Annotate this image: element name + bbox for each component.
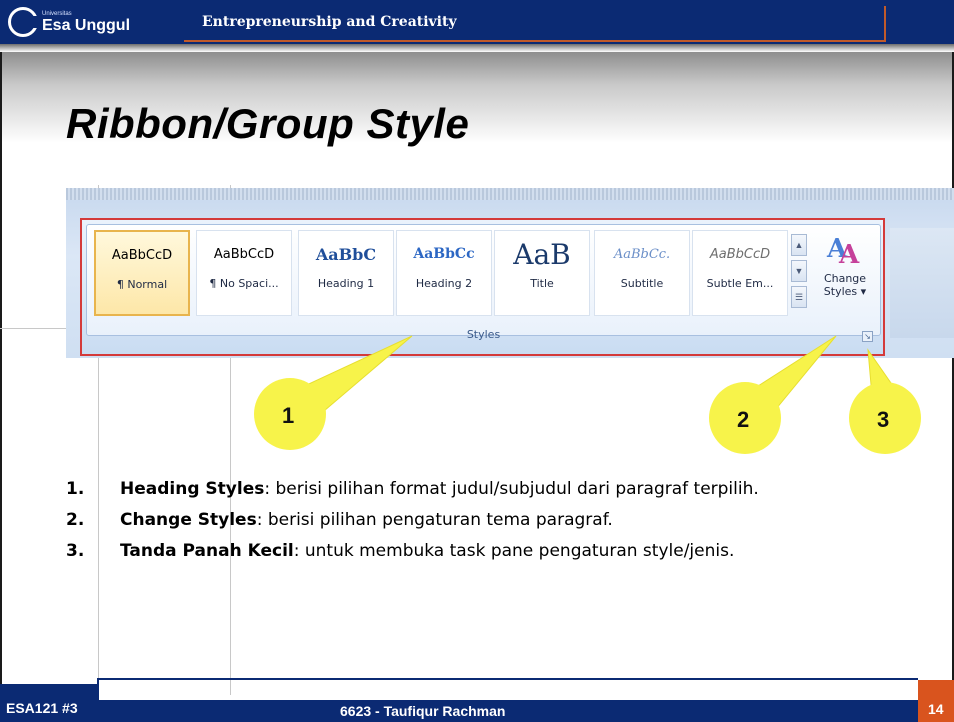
university-logo: Universitas Esa Unggul bbox=[8, 4, 130, 40]
list-item: 1. Heading Styles: berisi pilihan format… bbox=[66, 478, 896, 501]
style-preview-text: AaBbCc. bbox=[613, 246, 671, 262]
scroll-up-icon[interactable]: ▲ bbox=[791, 234, 807, 256]
style-preview-text: AaBbCc bbox=[413, 246, 475, 262]
style-label: ¶ No Spaci... bbox=[209, 277, 279, 290]
style-no-spacing[interactable]: AaBbCcD ¶ No Spaci... bbox=[196, 230, 292, 316]
style-preview: AaB bbox=[495, 231, 589, 277]
explanation-list: 1. Heading Styles: berisi pilihan format… bbox=[66, 478, 896, 571]
list-term: Tanda Panah Kecil bbox=[120, 541, 294, 561]
style-label: Heading 2 bbox=[415, 277, 473, 290]
gallery-scroll-controls: ▲ ▼ ☰ bbox=[791, 234, 807, 310]
logo-caption: Universitas bbox=[42, 10, 72, 17]
list-term: Change Styles bbox=[120, 510, 257, 530]
list-term: Heading Styles bbox=[120, 479, 265, 499]
style-heading-1[interactable]: AaBbC Heading 1 bbox=[298, 230, 394, 316]
ribbon-next-group bbox=[890, 228, 954, 338]
style-label: Subtitle bbox=[620, 277, 664, 290]
guide-line bbox=[0, 328, 70, 329]
style-preview: AaBbCc. bbox=[595, 231, 689, 277]
list-text: : berisi pilihan format judul/subjudul d… bbox=[264, 479, 759, 499]
list-number: 3. bbox=[66, 541, 85, 561]
style-heading-2[interactable]: AaBbCc Heading 2 bbox=[396, 230, 492, 316]
style-preview-text: AaBbC bbox=[315, 244, 377, 264]
list-number: 2. bbox=[66, 510, 85, 530]
list-body: Tanda Panah Kecil: untuk membuka task pa… bbox=[120, 540, 734, 563]
logo-name: Esa Unggul bbox=[42, 16, 131, 34]
change-styles-label-dropdown: Styles ▾ bbox=[823, 285, 867, 298]
style-title[interactable]: AaB Title bbox=[494, 230, 590, 316]
ribbon-texture bbox=[66, 188, 954, 200]
course-title: Entrepreneurship and Creativity bbox=[202, 14, 457, 30]
footer-line bbox=[98, 678, 918, 680]
dialog-launcher-arrow-icon[interactable]: ↘ bbox=[862, 331, 873, 342]
course-code: ESA121 #3 bbox=[6, 700, 78, 716]
style-preview-text: AaBbCcD bbox=[111, 247, 173, 263]
list-number: 1. bbox=[66, 479, 85, 499]
page-number: 14 bbox=[928, 701, 944, 717]
style-normal[interactable]: AaBbCcD ¶ Normal bbox=[94, 230, 190, 316]
style-preview: AaBbC bbox=[299, 231, 393, 277]
logo-emblem-icon bbox=[8, 7, 40, 37]
list-body: Change Styles: berisi pilihan pengaturan… bbox=[120, 509, 613, 532]
styles-group-label: Styles bbox=[466, 328, 501, 341]
style-subtle-emphasis[interactable]: AaBbCcD Subtle Em... bbox=[692, 230, 788, 316]
change-styles-icon: A A bbox=[827, 234, 860, 270]
style-label: Heading 1 bbox=[317, 277, 375, 290]
style-subtitle[interactable]: AaBbCc. Subtitle bbox=[594, 230, 690, 316]
style-label: Subtle Em... bbox=[706, 277, 774, 290]
style-preview: AaBbCcD bbox=[95, 232, 189, 278]
header-bar: Universitas Esa Unggul Entrepreneurship … bbox=[0, 0, 954, 44]
change-styles-label: Change bbox=[823, 272, 867, 285]
style-preview: AaBbCcD bbox=[197, 231, 291, 277]
list-item: 3. Tanda Panah Kecil: untuk membuka task… bbox=[66, 540, 896, 563]
gallery-more-icon[interactable]: ☰ bbox=[791, 286, 807, 308]
list-item: 2. Change Styles: berisi pilihan pengatu… bbox=[66, 509, 896, 532]
header-accent-line-vertical bbox=[884, 6, 886, 42]
style-label: Title bbox=[530, 277, 554, 290]
list-text: : berisi pilihan pengaturan tema paragra… bbox=[256, 510, 613, 530]
list-text: : untuk membuka task pane pengaturan sty… bbox=[293, 541, 735, 561]
style-label: ¶ Normal bbox=[116, 278, 168, 291]
style-preview: AaBbCcD bbox=[693, 231, 787, 277]
change-styles-button[interactable]: A A Change Styles ▾ bbox=[812, 232, 878, 316]
list-body: Heading Styles: berisi pilihan format ju… bbox=[120, 478, 759, 501]
style-preview: AaBbCc bbox=[397, 231, 491, 277]
footer-author: 6623 - Taufiqur Rachman bbox=[340, 703, 506, 719]
slide-title: Ribbon/Group Style bbox=[66, 100, 470, 147]
header-shadow bbox=[0, 44, 954, 52]
style-preview-text: AaBbCcD bbox=[213, 246, 275, 262]
style-preview-text: AaB bbox=[513, 237, 571, 271]
header-accent-line bbox=[184, 40, 884, 42]
style-preview-text: AaBbCcD bbox=[709, 246, 771, 262]
scroll-down-icon[interactable]: ▼ bbox=[791, 260, 807, 282]
